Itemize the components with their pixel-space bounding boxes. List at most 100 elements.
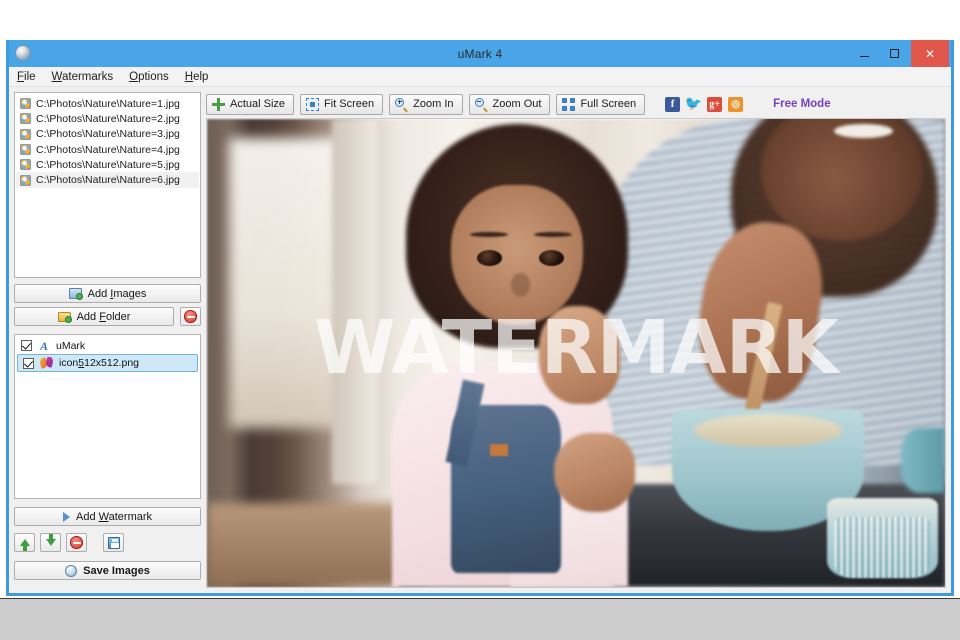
add-buttons-group: Add Images Add Folder: [14, 284, 201, 326]
add-watermark-icon: [62, 511, 70, 522]
photo-door-frame: [332, 119, 377, 485]
facebook-icon[interactable]: f: [665, 96, 681, 112]
add-watermark-label: Add Watermark: [75, 510, 153, 523]
zoom-in-icon: [395, 97, 409, 113]
fit-screen-button[interactable]: Fit Screen: [300, 93, 384, 115]
list-item[interactable]: C:\Photos\Nature\Nature=2.jpg: [16, 111, 199, 126]
add-folder-button[interactable]: Add Folder: [14, 307, 174, 326]
photo-child-hand-lower: [553, 432, 636, 513]
zoom-out-button[interactable]: Zoom Out: [468, 93, 551, 115]
file-path: C:\Photos\Nature\Nature=6.jpg: [36, 174, 180, 187]
actual-size-button[interactable]: Actual Size: [206, 93, 295, 115]
file-path: C:\Photos\Nature\Nature=5.jpg: [36, 158, 180, 171]
google-plus-icon[interactable]: g+: [707, 96, 723, 112]
maximize-button[interactable]: [879, 40, 909, 67]
watermark-tools-row: [14, 533, 201, 552]
add-images-label: Add Images: [87, 287, 147, 300]
maximize-icon: [889, 49, 899, 58]
arrow-up-icon: [19, 539, 30, 551]
image-file-icon: [20, 159, 31, 171]
add-folder-icon: [57, 311, 72, 323]
add-watermark-button[interactable]: Add Watermark: [14, 507, 201, 526]
add-folder-row: Add Folder: [14, 307, 201, 326]
image-file-list[interactable]: C:\Photos\Nature\Nature=1.jpg C:\Photos\…: [14, 92, 201, 278]
menu-watermarks[interactable]: Watermarks: [52, 71, 114, 83]
free-mode-label[interactable]: Free Mode: [773, 98, 831, 110]
photo-teal-object: [900, 427, 945, 494]
file-path: C:\Photos\Nature\Nature=2.jpg: [36, 112, 180, 125]
remove-images-button[interactable]: [180, 307, 201, 326]
application-window: uMark 4 ✕ File Watermarks Options Help C…: [6, 40, 954, 596]
add-images-button[interactable]: Add Images: [14, 284, 201, 303]
watermark-item-image[interactable]: icon512x512.png: [17, 354, 198, 372]
list-item[interactable]: C:\Photos\Nature\Nature=4.jpg: [16, 142, 199, 157]
rss-icon[interactable]: ◎: [728, 96, 744, 112]
menu-file[interactable]: File: [17, 71, 36, 83]
image-preview-area[interactable]: WATERMARK: [206, 118, 946, 588]
arrow-down-icon: [45, 534, 56, 546]
full-screen-button[interactable]: Full Screen: [556, 93, 646, 115]
photo-bowl-batter: [694, 413, 842, 447]
close-icon: ✕: [924, 46, 936, 61]
floppy-disk-icon: [107, 536, 120, 549]
remove-circle-icon: [184, 310, 197, 323]
social-links: f 🐦 g+ ◎: [665, 96, 744, 112]
close-button[interactable]: ✕: [911, 40, 949, 67]
save-watermark-preset-button[interactable]: [103, 533, 124, 552]
zoom-out-label: Zoom Out: [492, 98, 542, 110]
minimize-button[interactable]: [849, 40, 879, 67]
file-path: C:\Photos\Nature\Nature=4.jpg: [36, 143, 180, 156]
zoom-in-label: Zoom In: [413, 98, 454, 110]
fit-screen-label: Fit Screen: [324, 98, 375, 110]
full-screen-label: Full Screen: [580, 98, 637, 110]
watermark-enabled-checkbox[interactable]: [23, 357, 34, 369]
full-screen-icon: [562, 97, 576, 111]
tool-row-spacer: [92, 533, 98, 552]
add-folder-label: Add Folder: [76, 310, 131, 323]
move-watermark-down-button[interactable]: [40, 533, 61, 552]
photo-cupcake-stripes: [834, 516, 931, 578]
menu-bar: File Watermarks Options Help: [9, 67, 951, 87]
watermark-list[interactable]: A uMark icon512x512.png: [14, 334, 201, 499]
delete-watermark-button[interactable]: [66, 533, 87, 552]
save-images-label: Save Images: [83, 564, 150, 577]
menu-help[interactable]: Help: [185, 71, 209, 83]
image-file-icon: [20, 98, 31, 110]
add-images-icon: [68, 288, 83, 300]
image-file-icon: [20, 128, 31, 140]
image-watermark-icon: [40, 357, 53, 369]
remove-circle-icon: [70, 536, 83, 549]
actual-size-label: Actual Size: [230, 98, 286, 110]
move-watermark-up-button[interactable]: [14, 533, 35, 552]
window-body: C:\Photos\Nature\Nature=1.jpg C:\Photos\…: [9, 87, 951, 593]
window-title: uMark 4: [457, 46, 503, 61]
zoom-out-icon: [474, 97, 488, 113]
minimize-icon: [859, 56, 869, 57]
image-file-icon: [20, 174, 31, 186]
view-toolbar: Actual Size Fit Screen Zoom In Zoom Out …: [206, 92, 946, 116]
zoom-in-button[interactable]: Zoom In: [389, 93, 463, 115]
preview-photo: WATERMARK: [207, 119, 945, 587]
twitter-icon[interactable]: 🐦: [685, 97, 702, 112]
left-panel: C:\Photos\Nature\Nature=1.jpg C:\Photos\…: [14, 92, 201, 588]
list-item[interactable]: C:\Photos\Nature\Nature=3.jpg: [16, 127, 199, 142]
menu-options[interactable]: Options: [129, 71, 169, 83]
save-images-button[interactable]: Save Images: [14, 561, 201, 580]
photo-child-nose: [511, 273, 531, 297]
list-item[interactable]: C:\Photos\Nature\Nature=6.jpg: [16, 172, 199, 188]
list-item[interactable]: C:\Photos\Nature\Nature=1.jpg: [16, 96, 199, 111]
watermark-enabled-checkbox[interactable]: [21, 340, 32, 351]
watermark-label: icon512x512.png: [59, 357, 139, 369]
photo-child-hand-upper: [539, 306, 621, 405]
image-file-icon: [20, 144, 31, 156]
list-item[interactable]: C:\Photos\Nature\Nature=5.jpg: [16, 157, 199, 172]
file-path: C:\Photos\Nature\Nature=3.jpg: [36, 128, 180, 141]
fit-screen-icon: [306, 97, 320, 111]
actual-size-icon: [212, 97, 225, 111]
watermark-item-text[interactable]: A uMark: [16, 337, 199, 354]
image-file-icon: [20, 113, 31, 125]
title-bar: uMark 4 ✕: [9, 40, 951, 67]
save-images-icon: [65, 564, 78, 577]
umark-app-icon: [15, 45, 31, 61]
photo-adult-smile: [834, 123, 894, 138]
